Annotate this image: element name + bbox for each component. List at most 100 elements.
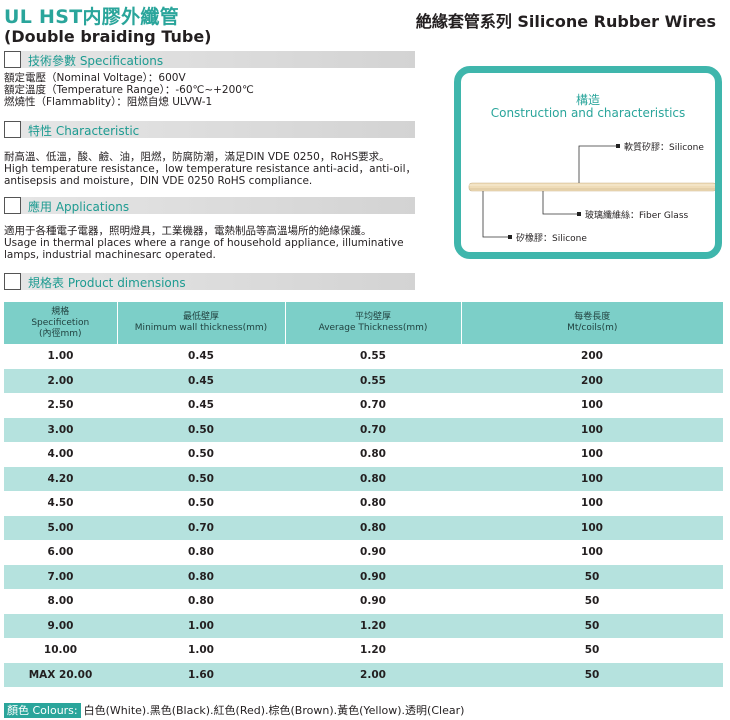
table-cell: 0.70 [360, 399, 386, 412]
checkbox-icon [4, 197, 21, 214]
table-row: 6.00 0.80 0.90 100 [4, 540, 723, 565]
braid-layer-label: 玻璃纖維絲：Fiber Glass [585, 211, 689, 221]
header-unit: (內徑mm) [38, 328, 82, 339]
table-row: 10.00 1.00 1.20 50 [4, 638, 723, 663]
table-cell: 4.50 [47, 497, 74, 510]
table-cell: 0.90 [360, 595, 386, 608]
table-cell: 2.00 [4, 368, 117, 393]
table-cell: 0.80 [188, 595, 214, 608]
table-header-row: 規格 Specificetion (內徑mm) 最低壁厚 Minimum wal… [4, 302, 723, 344]
table-row: 7.00 0.80 0.90 50 [4, 564, 723, 589]
table-cell: 0.70 [117, 515, 285, 540]
table-cell: 0.80 [117, 564, 285, 589]
specifications-header: 技術參數 Specifications [4, 51, 415, 68]
table-row: 2.00 0.45 0.55 200 [4, 368, 723, 393]
table-cell: 100 [581, 546, 603, 559]
table-cell: 0.70 [285, 417, 461, 442]
table-cell: 0.50 [117, 417, 285, 442]
table-cell: 100 [581, 497, 603, 510]
table-cell: 3.00 [4, 417, 117, 442]
colours-value: 白色(White).黑色(Black).紅色(Red).棕色(Brown).黃色… [83, 704, 465, 717]
table-cell: 0.45 [188, 399, 214, 412]
table-cell: 8.00 [47, 595, 74, 608]
table-cell: 2.50 [47, 399, 74, 412]
table-cell: 0.90 [360, 546, 386, 559]
table-row: 5.00 0.70 0.80 100 [4, 515, 723, 540]
header-en: Minimum wall thickness(mm) [134, 323, 268, 333]
table-row: 3.00 0.50 0.70 100 [4, 417, 723, 442]
table-cell: 100 [461, 417, 723, 442]
specifications-text: 額定電壓（Nominal Voltage）：600V 額定溫度（Temperat… [4, 72, 254, 108]
dimensions-header: 規格表 Product dimensions [4, 273, 415, 290]
table-cell: 2.00 [285, 662, 461, 687]
outer-leader-dot [616, 144, 620, 148]
table-row: 1.00 0.45 0.55 200 [4, 344, 723, 369]
table-row: 4.00 0.50 0.80 100 [4, 442, 723, 467]
characteristic-label: 特性 Characteristic [28, 124, 140, 138]
table-cell: 0.55 [285, 368, 461, 393]
checkbox-icon [4, 273, 21, 290]
header-en: Specificetion [31, 317, 90, 328]
outer-leader-line [578, 145, 617, 183]
braid-leader-dot [577, 212, 581, 216]
applications-header: 應用 Applications [4, 197, 415, 214]
table-cell: 0.80 [188, 546, 214, 559]
characteristic-line: 耐高溫、低溫，酸、鹼、油，阻燃，防腐防潮，滿足DIN VDE 0250，RoHS… [4, 151, 390, 163]
table-cell: 9.00 [4, 613, 117, 638]
outer-layer-label: 軟質矽膠：Silicone [624, 143, 704, 153]
inner-layer-label: 矽橡膠：Silicone [516, 234, 587, 244]
applications-line: 適用于各種電子電器，照明燈具，工業機器，電熱制品等高溫場所的絶緣保護。 [4, 225, 372, 237]
table-cell: 4.20 [4, 466, 117, 491]
table-cell: 50 [584, 644, 600, 657]
table-cell: 1.00 [188, 644, 214, 657]
table-cell: 50 [461, 613, 723, 638]
table-cell: 0.45 [117, 368, 285, 393]
table-cell: 1.20 [360, 644, 386, 657]
header-avg-thickness: 平均壁厚 Average Thickness(mm) [285, 302, 462, 344]
table-cell: 0.50 [188, 448, 214, 461]
series-title: 絶緣套管系列 Silicone Rubber Wires [415, 12, 716, 31]
table-cell: 6.00 [47, 546, 74, 559]
table-cell: 100 [581, 399, 603, 412]
table-row: 9.00 1.00 1.20 50 [4, 613, 723, 638]
table-cell: 10.00 [43, 644, 78, 657]
spec-voltage: 額定電壓（Nominal Voltage）：600V [4, 72, 186, 84]
table-cell: 100 [461, 466, 723, 491]
table-cell: 4.00 [47, 448, 74, 461]
table-cell: 0.55 [360, 350, 386, 363]
inner-leader-line [482, 191, 509, 238]
spec-flammability: 燃燒性（Flammablity）：阻燃自熄 ULVW-1 [4, 96, 213, 108]
characteristic-line: antisepsis and moisture，DIN VDE 0250 RoH… [4, 175, 313, 187]
table-cell: 1.00 [117, 613, 285, 638]
header-cn: 每卷長度 [574, 312, 611, 322]
table-cell: 200 [581, 350, 603, 363]
table-cell: 0.90 [285, 564, 461, 589]
table-cell: 0.80 [285, 515, 461, 540]
characteristic-header: 特性 Characteristic [4, 121, 415, 138]
table-row: MAX 20.00 1.60 2.00 50 [4, 662, 723, 687]
table-cell: 0.50 [117, 466, 285, 491]
table-cell: 5.00 [4, 515, 117, 540]
header-en: Average Thickness(mm) [318, 323, 428, 333]
header-cn: 平均壁厚 [354, 312, 391, 322]
table-row: 4.20 0.50 0.80 100 [4, 466, 723, 491]
table-cell: 100 [581, 448, 603, 461]
dimensions-label: 規格表 Product dimensions [28, 276, 186, 290]
table-cell: 50 [584, 595, 600, 608]
braid-leader-line [542, 191, 578, 215]
table-row: 8.00 0.80 0.90 50 [4, 589, 723, 614]
applications-line: Usage in thermal places where a range of… [4, 237, 404, 249]
header-specification: 規格 Specificetion (內徑mm) [4, 302, 118, 344]
characteristic-text: 耐高溫、低溫，酸、鹼、油，阻燃，防腐防潮，滿足DIN VDE 0250，RoHS… [4, 151, 416, 187]
applications-label: 應用 Applications [28, 200, 130, 214]
table-cell: 0.50 [188, 497, 214, 510]
table-row: 2.50 0.45 0.70 100 [4, 393, 723, 418]
specifications-label: 技術參數 Specifications [28, 54, 164, 68]
checkbox-icon [4, 51, 21, 68]
checkbox-icon [4, 121, 21, 138]
table-cell: 1.00 [47, 350, 74, 363]
tube-diagram-icon [468, 144, 715, 239]
applications-line: lamps, industrial machinesarc operated. [4, 249, 216, 261]
tube-body [468, 182, 715, 192]
table-cell: 0.80 [285, 466, 461, 491]
